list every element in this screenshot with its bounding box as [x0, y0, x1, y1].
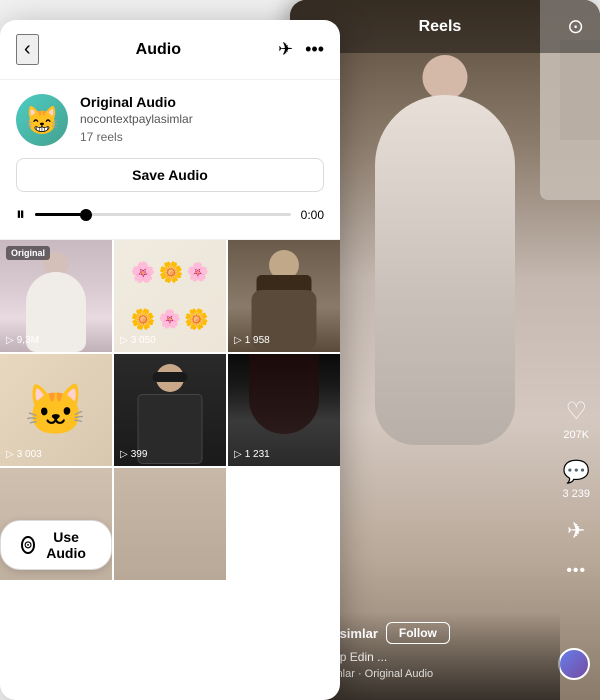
back-button[interactable]: ‹: [16, 34, 39, 65]
grid-label: Original: [6, 246, 50, 260]
view-count: 1 958: [245, 335, 270, 346]
reels-title: Reels: [419, 18, 462, 36]
grid-views: ▷ 399: [120, 449, 147, 460]
use-audio-button[interactable]: ⊙ Use Audio: [0, 520, 112, 570]
send-icon[interactable]: ✈: [278, 39, 293, 60]
progress-handle[interactable]: [80, 209, 92, 221]
more-dots-icon: •••: [566, 562, 586, 580]
grid-item[interactable]: 🌸 🌼 🌸 🌼 🌸 🌼 ▷ 3 050: [114, 240, 226, 352]
audio-header: ‹ Audio ✈ •••: [0, 20, 340, 80]
grid-item[interactable]: ▷ 1 231: [228, 354, 340, 466]
like-count: 207K: [563, 429, 589, 441]
avatar-emoji: 😸: [25, 104, 60, 137]
grid-views: ▷ 1 958: [234, 335, 270, 346]
like-action[interactable]: ♡ 207K: [563, 397, 589, 441]
grid-views: ▷ 3 050: [120, 335, 156, 346]
comment-action[interactable]: 💬 3 239: [562, 459, 590, 500]
audio-name: Original Audio: [80, 94, 193, 110]
view-count: 399: [131, 449, 148, 460]
person-figure-body: [375, 95, 515, 445]
audio-panel: ‹ Audio ✈ ••• 😸 Original Audio nocontext…: [0, 20, 340, 700]
music-avatar: [558, 648, 590, 680]
grid-item[interactable]: ▷ 1 958: [228, 240, 340, 352]
grid-item[interactable]: ▷ 399: [114, 354, 226, 466]
share-action[interactable]: ✈: [567, 518, 585, 544]
pause-button[interactable]: ⏸: [16, 204, 25, 225]
progress-bar[interactable]: [35, 213, 291, 216]
audio-avatar: 😸: [16, 94, 68, 146]
heart-icon: ♡: [565, 397, 587, 426]
grid-item[interactable]: [114, 468, 226, 580]
header-icons: ✈ •••: [278, 39, 324, 60]
view-count: 1 231: [245, 449, 270, 460]
grid-views: ▷ 3 003: [6, 449, 42, 460]
grid-item-use-audio[interactable]: ⊙ Use Audio: [0, 468, 112, 580]
camera-icon[interactable]: ⊙: [567, 14, 584, 39]
play-icon: ▷: [120, 449, 128, 460]
follow-button[interactable]: Follow: [386, 622, 450, 644]
audio-profile: 😸 Original Audio nocontextpaylasimlar 17…: [16, 94, 324, 146]
play-icon: ▷: [6, 335, 14, 346]
play-icon: ▷: [120, 335, 128, 346]
grid-views: ▷ 1 231: [234, 449, 270, 460]
comment-count: 3 239: [562, 488, 590, 500]
time-display: 0:00: [301, 208, 324, 222]
view-count: 3 050: [131, 335, 156, 346]
audio-username: nocontextpaylasimlar: [80, 112, 193, 126]
grid-views: ▷ 9,3M: [6, 335, 39, 346]
audio-player: ⏸ 0:00: [16, 204, 324, 225]
play-icon: ▷: [6, 449, 14, 460]
comment-icon: 💬: [563, 459, 590, 485]
more-icon[interactable]: •••: [305, 39, 324, 60]
grid-item[interactable]: Original ▷ 9,3M: [0, 240, 112, 352]
camera-circle-icon: ⊙: [21, 536, 35, 554]
view-count: 3 003: [17, 449, 42, 460]
play-icon: ▷: [234, 335, 242, 346]
reels-grid: Original ▷ 9,3M 🌸 🌼 🌸 🌼 🌸 🌼 ▷ 3 050: [0, 240, 340, 580]
progress-fill: [35, 213, 86, 216]
save-audio-button[interactable]: Save Audio: [16, 158, 324, 192]
audio-meta: Original Audio nocontextpaylasimlar 17 r…: [80, 94, 193, 146]
reels-count: 17 reels: [80, 130, 123, 144]
play-icon: ▷: [234, 449, 242, 460]
view-count: 9,3M: [17, 335, 39, 346]
side-actions: ♡ 207K 💬 3 239 ✈ •••: [562, 397, 590, 580]
more-action[interactable]: •••: [566, 562, 586, 580]
send-icon: ✈: [567, 518, 585, 544]
use-audio-label: Use Audio: [41, 529, 91, 561]
person-figure-head: [423, 55, 468, 100]
grid-item[interactable]: 🐱 ▷ 3 003: [0, 354, 112, 466]
audio-info: 😸 Original Audio nocontextpaylasimlar 17…: [0, 80, 340, 240]
audio-panel-title: Audio: [136, 41, 181, 59]
